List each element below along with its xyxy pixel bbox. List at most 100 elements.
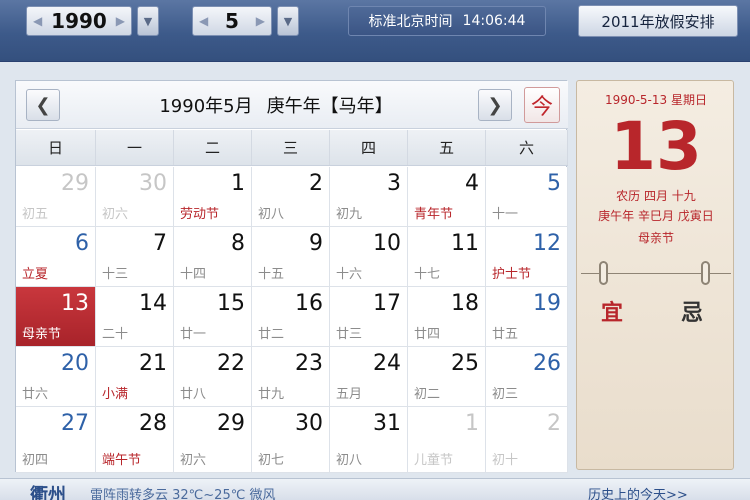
day-cell[interactable]: 21 小满 — [96, 347, 174, 407]
day-cell[interactable]: 29 初六 — [174, 407, 252, 473]
binder-ring-icon — [701, 261, 710, 285]
day-number: 21 — [139, 351, 167, 376]
year-next-arrow-icon[interactable]: ▶ — [116, 14, 125, 28]
day-cell[interactable]: 15 廿一 — [174, 287, 252, 347]
lunar-label: 初五 — [22, 207, 49, 222]
day-number: 29 — [61, 171, 89, 196]
day-cell[interactable]: 6 立夏 — [16, 227, 96, 287]
year-value: 1990 — [51, 9, 107, 33]
day-cell[interactable]: 20 廿六 — [16, 347, 96, 407]
day-number: 17 — [373, 291, 401, 316]
day-cell[interactable]: 16 廿二 — [252, 287, 330, 347]
lunar-label: 劳动节 — [180, 207, 220, 222]
month-title: 1990年5月 庚午年【马年】 — [76, 81, 476, 129]
lunar-label: 初六 — [102, 207, 129, 222]
today-button[interactable]: 今 — [524, 87, 560, 123]
day-cell[interactable]: 7 十三 — [96, 227, 174, 287]
day-cell[interactable]: 17 廿三 — [330, 287, 408, 347]
year-dropdown-button[interactable]: ▼ — [137, 6, 159, 36]
day-cell[interactable]: 31 初八 — [330, 407, 408, 473]
lunar-label: 廿五 — [492, 327, 519, 342]
binder-ring-icon — [599, 261, 608, 285]
lunar-label: 十一 — [492, 207, 519, 222]
lunar-label: 初八 — [258, 207, 285, 222]
month-title-date: 1990年5月 — [159, 96, 253, 117]
day-cell[interactable]: 22 廿八 — [174, 347, 252, 407]
month-prev-arrow-icon[interactable]: ◀ — [199, 14, 208, 28]
day-cell[interactable]: 27 初四 — [16, 407, 96, 473]
lunar-label: 廿二 — [258, 327, 285, 342]
lunar-label: 护士节 — [492, 267, 532, 282]
next-month-button[interactable]: ❯ — [478, 89, 512, 121]
weekday-header-cell: 五 — [408, 130, 486, 165]
lunar-label: 初六 — [180, 453, 207, 468]
almanac-yi-label[interactable]: 宜 — [601, 295, 623, 327]
lunar-label: 初三 — [492, 387, 519, 402]
day-number: 10 — [373, 231, 401, 256]
day-number: 19 — [533, 291, 561, 316]
almanac-festival: 母亲节 — [637, 231, 674, 245]
day-cell[interactable]: 1 儿童节 — [408, 407, 486, 473]
month-value: 5 — [225, 9, 239, 33]
almanac-date: 1990-5-13 星期日 — [605, 93, 707, 107]
day-number: 30 — [139, 171, 167, 196]
day-cell[interactable]: 12 护士节 — [486, 227, 568, 287]
prev-month-button[interactable]: ❮ — [26, 89, 60, 121]
day-number: 1 — [231, 171, 245, 196]
day-cell[interactable]: 30 初六 — [96, 167, 174, 227]
lunar-label: 初四 — [22, 453, 49, 468]
day-number: 6 — [75, 231, 89, 256]
lunar-label: 儿童节 — [414, 453, 454, 468]
day-number: 12 — [533, 231, 561, 256]
day-cell[interactable]: 11 十七 — [408, 227, 486, 287]
lunar-label: 廿三 — [336, 327, 363, 342]
day-cell[interactable]: 25 初二 — [408, 347, 486, 407]
day-number: 7 — [153, 231, 167, 256]
day-cell[interactable]: 5 十一 — [486, 167, 568, 227]
day-cell[interactable]: 26 初三 — [486, 347, 568, 407]
month-selector[interactable]: ◀ 5 ▶ — [192, 6, 272, 36]
day-cell[interactable]: 3 初九 — [330, 167, 408, 227]
day-cell[interactable]: 10 十六 — [330, 227, 408, 287]
day-number: 27 — [61, 411, 89, 436]
weather-city[interactable]: 衢州 — [30, 481, 66, 500]
day-cell[interactable]: 23 廿九 — [252, 347, 330, 407]
month-next-arrow-icon[interactable]: ▶ — [256, 14, 265, 28]
weekday-header-cell: 三 — [252, 130, 330, 165]
day-cell[interactable]: 24 五月 — [330, 347, 408, 407]
day-cell[interactable]: 1 劳动节 — [174, 167, 252, 227]
day-number: 20 — [61, 351, 89, 376]
time-label: 标准北京时间 — [368, 14, 453, 30]
day-number: 13 — [61, 291, 89, 316]
month-dropdown-button[interactable]: ▼ — [277, 6, 299, 36]
weekday-header-cell: 四 — [330, 130, 408, 165]
time-value: 14:06:44 — [462, 13, 526, 29]
day-cell[interactable]: 14 二十 — [96, 287, 174, 347]
day-cell[interactable]: 19 廿五 — [486, 287, 568, 347]
year-selector[interactable]: ◀ 1990 ▶ — [26, 6, 132, 36]
day-cell[interactable]: 28 端午节 — [96, 407, 174, 473]
day-cell[interactable]: 18 廿四 — [408, 287, 486, 347]
calendar-nav-row: ❮ 1990年5月 庚午年【马年】 ❯ 今 — [16, 81, 568, 129]
day-cell[interactable]: 9 十五 — [252, 227, 330, 287]
lunar-label: 十五 — [258, 267, 285, 282]
day-number: 5 — [547, 171, 561, 196]
almanac-ji-label[interactable]: 忌 — [681, 295, 703, 327]
holiday-schedule-button[interactable]: 2011年放假安排 — [578, 5, 738, 37]
almanac-lunar: 农历 四月 十九 — [616, 189, 696, 203]
year-prev-arrow-icon[interactable]: ◀ — [33, 14, 42, 28]
day-cell[interactable]: 2 初八 — [252, 167, 330, 227]
day-cell-selected[interactable]: 13 母亲节 — [16, 287, 96, 347]
day-cell[interactable]: 4 青年节 — [408, 167, 486, 227]
day-cell[interactable]: 8 十四 — [174, 227, 252, 287]
day-cell[interactable]: 29 初五 — [16, 167, 96, 227]
weather-summary: 雷阵雨转多云 32℃~25℃ 微风 — [90, 488, 276, 500]
weekday-header-cell: 二 — [174, 130, 252, 165]
footer-bar: 衢州 雷阵雨转多云 32℃~25℃ 微风 历史上的今天>> — [0, 478, 750, 500]
day-cell[interactable]: 30 初七 — [252, 407, 330, 473]
lunar-label: 廿九 — [258, 387, 285, 402]
day-cell[interactable]: 2 初十 — [486, 407, 568, 473]
lunar-label: 初七 — [258, 453, 285, 468]
history-today-link[interactable]: 历史上的今天>> — [588, 484, 688, 500]
weekday-header-cell: 六 — [486, 130, 568, 165]
